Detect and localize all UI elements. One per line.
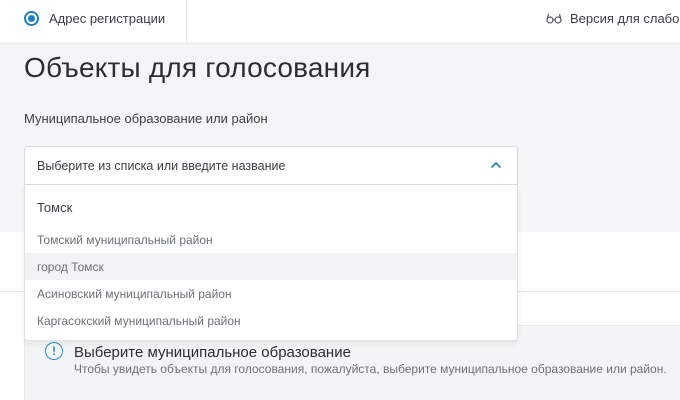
glasses-icon bbox=[546, 13, 562, 24]
registration-address-button[interactable]: Адрес регистрации bbox=[24, 9, 165, 27]
page: Адрес регистрации Версия для слабовидящи… bbox=[0, 0, 680, 400]
select-placeholder: Выберите из списка или введите название bbox=[37, 158, 286, 173]
municipality-select[interactable]: Выберите из списка или введите название bbox=[24, 146, 518, 185]
info-subtitle: Чтобы увидеть объекты для голосования, п… bbox=[74, 362, 667, 376]
option-tomsk-district[interactable]: Томский муниципальный район bbox=[25, 226, 517, 253]
dropdown-search-input[interactable]: Томск bbox=[25, 185, 517, 229]
accessibility-version-button[interactable]: Версия для слабовидящих bbox=[546, 10, 680, 26]
chevron-up-icon[interactable] bbox=[491, 160, 501, 170]
page-title: Объекты для голосования bbox=[24, 52, 371, 83]
info-icon: ! bbox=[45, 342, 63, 360]
option-asino-district[interactable]: Асиновский муниципальный район bbox=[25, 280, 517, 307]
option-tomsk-city[interactable]: город Томск bbox=[25, 253, 517, 280]
top-header: Адрес регистрации Версия для слабовидящи… bbox=[0, 0, 680, 44]
municipality-dropdown: Томск Томский муниципальный район город … bbox=[24, 185, 518, 341]
accessibility-version-label: Версия для слабовидящих bbox=[570, 10, 680, 26]
radio-selected-icon bbox=[24, 10, 39, 26]
header-divider bbox=[186, 0, 187, 44]
info-title: Выберите муниципальное образование bbox=[74, 344, 351, 361]
registration-address-label: Адрес регистрации bbox=[49, 10, 166, 26]
municipality-field-label: Муниципальное образование или район bbox=[24, 111, 268, 126]
option-kargasok-district[interactable]: Каргасокский муниципальный район bbox=[25, 307, 517, 334]
search-value: Томск bbox=[37, 199, 73, 215]
